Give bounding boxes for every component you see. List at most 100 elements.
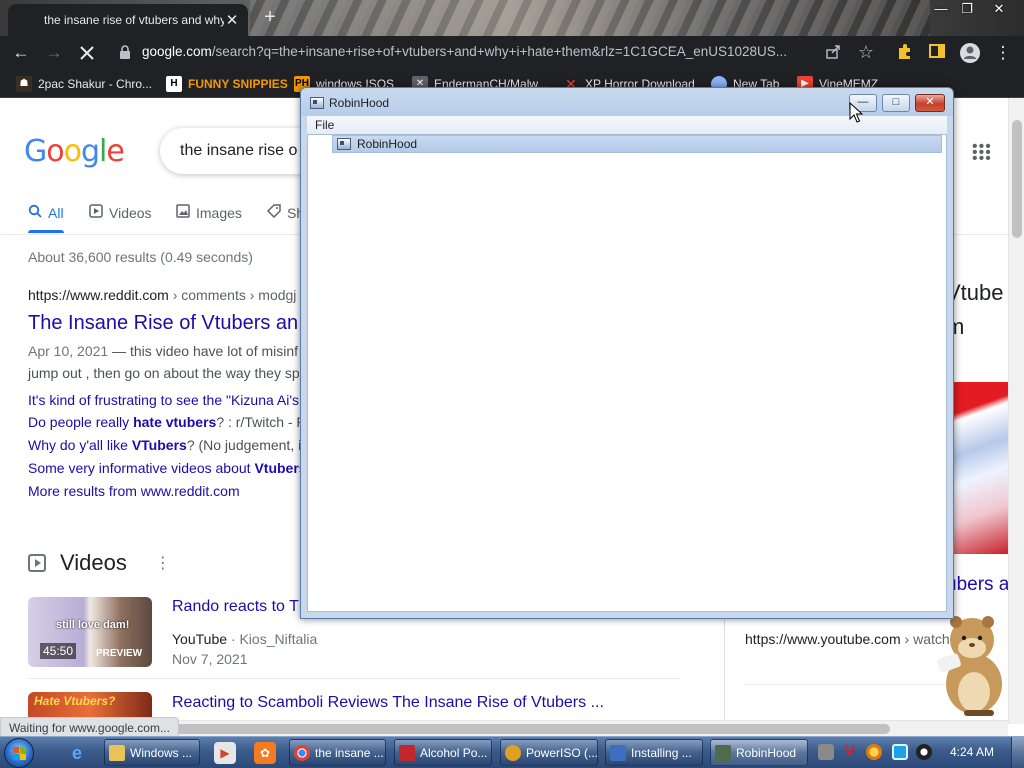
tray-monitor-icon[interactable]	[892, 744, 908, 760]
hamster-sticker-image	[937, 616, 1002, 716]
sublink[interactable]: Do people really hate vtubers? : r/Twitc…	[28, 414, 307, 430]
stop-loading-icon[interactable]	[78, 44, 96, 62]
side-panel-icon[interactable]	[928, 43, 946, 61]
maximize-button[interactable]: □	[882, 94, 910, 112]
url-text[interactable]: google.com/search?q=the+insane+rise+of+v…	[142, 44, 814, 59]
chrome-restore-button[interactable]: ❐	[954, 1, 980, 17]
cite-domain: https://www.reddit.com	[28, 287, 169, 303]
bookmark-2pac[interactable]: ☗ 2pac Shakur - Chro...	[16, 76, 152, 92]
bookmark-star-icon[interactable]: ☆	[857, 43, 875, 61]
result-snippet: Apr 10, 2021 — this video have lot of mi…	[28, 343, 298, 359]
tree-item-robinhood[interactable]: RobinHood	[332, 135, 942, 153]
panel-cite[interactable]: https://www.youtube.com › watch	[745, 631, 950, 647]
video-title-link[interactable]: Rando reacts to T	[172, 598, 299, 616]
tray-v-icon[interactable]: V	[842, 744, 858, 760]
start-button[interactable]	[4, 738, 34, 768]
tab-label: Images	[196, 204, 242, 221]
panel-rule	[745, 684, 945, 685]
result-cite[interactable]: https://www.reddit.com › comments › modg…	[28, 287, 296, 303]
tab-label: All	[48, 204, 64, 221]
more-options-icon[interactable]: ⋮	[155, 553, 171, 573]
tab-shopping[interactable]: Sh	[266, 204, 304, 221]
sublink[interactable]: Some very informative videos about Vtube…	[28, 460, 307, 476]
sublink-text: It's kind of frustrating to see the "Kiz…	[28, 392, 300, 408]
panel-image[interactable]	[946, 382, 1008, 554]
videos-section-heading: Videos ⋮	[28, 550, 171, 576]
robinhood-window[interactable]: RobinHood — □ ✕ File RobinHood	[300, 87, 954, 619]
profile-avatar-icon[interactable]	[959, 42, 981, 64]
logo-letter: e	[106, 134, 124, 169]
robinhood-app-icon[interactable]	[310, 97, 324, 109]
tab-close-icon[interactable]: ✕	[224, 11, 240, 29]
google-logo[interactable]: Google	[24, 134, 125, 169]
taskbar-clock[interactable]: 4:24 AM	[950, 745, 994, 759]
panel-result-link[interactable]: ubers ar	[946, 574, 1008, 596]
active-tab-indicator	[28, 230, 64, 233]
folder-icon	[109, 744, 125, 761]
tray-sound-icon[interactable]	[916, 744, 932, 760]
lock-icon[interactable]	[116, 44, 134, 62]
tab-label: Videos	[109, 204, 152, 221]
logo-letter: g	[80, 134, 100, 169]
bookmark-h-icon: H	[166, 76, 182, 92]
tab-images[interactable]: Images	[176, 204, 242, 221]
video-title-link[interactable]: Reacting to Scamboli Reviews The Insane …	[172, 694, 604, 712]
url-domain: google.com	[142, 44, 212, 59]
show-desktop-button[interactable]	[1011, 737, 1024, 768]
sublink[interactable]: It's kind of frustrating to see the "Kiz…	[28, 392, 299, 408]
robinhood-taskbar-icon	[715, 744, 731, 761]
sublink[interactable]: Why do y'all like VTubers? (No judgement…	[28, 437, 301, 453]
sublink-bold: VTubers	[131, 437, 187, 453]
video-icon	[28, 554, 46, 572]
installer-icon	[610, 744, 626, 761]
bookmark-funny-snippies[interactable]: H FUNNY SNIPPIES	[166, 76, 288, 92]
taskbar-item-alcohol[interactable]: Alcohol Po...	[394, 739, 492, 766]
search-input[interactable]: the insane rise o	[180, 142, 297, 160]
chrome-minimize-button[interactable]: —	[928, 1, 954, 17]
tab-all[interactable]: All	[28, 204, 64, 221]
media-player-icon[interactable]: ▶	[214, 742, 236, 764]
taskbar-item-robinhood[interactable]: RobinHood	[710, 739, 808, 766]
tray-search-icon[interactable]	[866, 744, 882, 760]
taskbar-item-poweriso[interactable]: PowerISO (...	[500, 739, 598, 766]
video-divider	[28, 678, 680, 679]
share-icon[interactable]	[824, 44, 842, 62]
result-title-link[interactable]: The Insane Rise of Vtubers an	[28, 312, 298, 335]
bookmark-favicon-icon: ☗	[16, 76, 32, 92]
taskbar-item-chrome[interactable]: the insane ...	[289, 739, 386, 766]
url-path: /search?q=the+insane+rise+of+vtubers+and…	[211, 44, 788, 59]
google-apps-icon[interactable]: ••• ••• •••	[972, 139, 992, 167]
thumbnail-caption: still love dam!	[56, 619, 130, 631]
taskbar-item-label: Windows ...	[130, 745, 193, 760]
more-results-link[interactable]: More results from www.reddit.com	[28, 483, 240, 499]
tab-videos[interactable]: Videos	[89, 204, 152, 221]
taskbar-item-label: the insane ...	[315, 745, 384, 760]
app-quicklaunch-icon[interactable]: ✿	[254, 742, 276, 764]
taskbar-item-installing[interactable]: Installing ...	[605, 739, 703, 766]
taskbar-item-windows[interactable]: Windows ...	[104, 739, 200, 766]
vertical-scrollbar[interactable]	[1008, 98, 1024, 724]
close-button[interactable]: ✕	[915, 94, 945, 112]
logo-letter: G	[24, 134, 47, 169]
video-date: Nov 7, 2021	[172, 651, 248, 667]
bookmark-label: 2pac Shakur - Chro...	[38, 77, 153, 91]
window-icon	[337, 138, 351, 150]
scrollbar-thumb[interactable]	[1012, 120, 1022, 238]
menu-file[interactable]: File	[315, 118, 334, 132]
chrome-close-button[interactable]: ✕	[986, 1, 1012, 17]
snippet-text: — this video have lot of misinf	[108, 343, 299, 359]
cite-path: › comments › modgj	[168, 287, 297, 303]
forward-icon[interactable]: →	[45, 44, 63, 62]
videos-heading-text: Videos	[60, 550, 127, 575]
back-icon[interactable]: ←	[12, 44, 30, 62]
browser-tab-active[interactable]: the insane rise of vtubers and why i hat…	[8, 4, 248, 36]
chrome-menu-icon[interactable]: ⋮	[994, 44, 1012, 62]
chrome-icon	[294, 744, 310, 761]
internet-explorer-icon[interactable]: e	[66, 742, 88, 764]
tray-app-icon[interactable]	[818, 744, 834, 760]
browser-theme-art	[250, 0, 930, 36]
video-thumbnail[interactable]: still love dam! 45:50 PREVIEW	[28, 597, 152, 667]
new-tab-button[interactable]: +	[260, 6, 280, 28]
extensions-puzzle-icon[interactable]	[896, 43, 914, 61]
thumbnail-caption: Hate Vtubers?	[34, 694, 116, 708]
